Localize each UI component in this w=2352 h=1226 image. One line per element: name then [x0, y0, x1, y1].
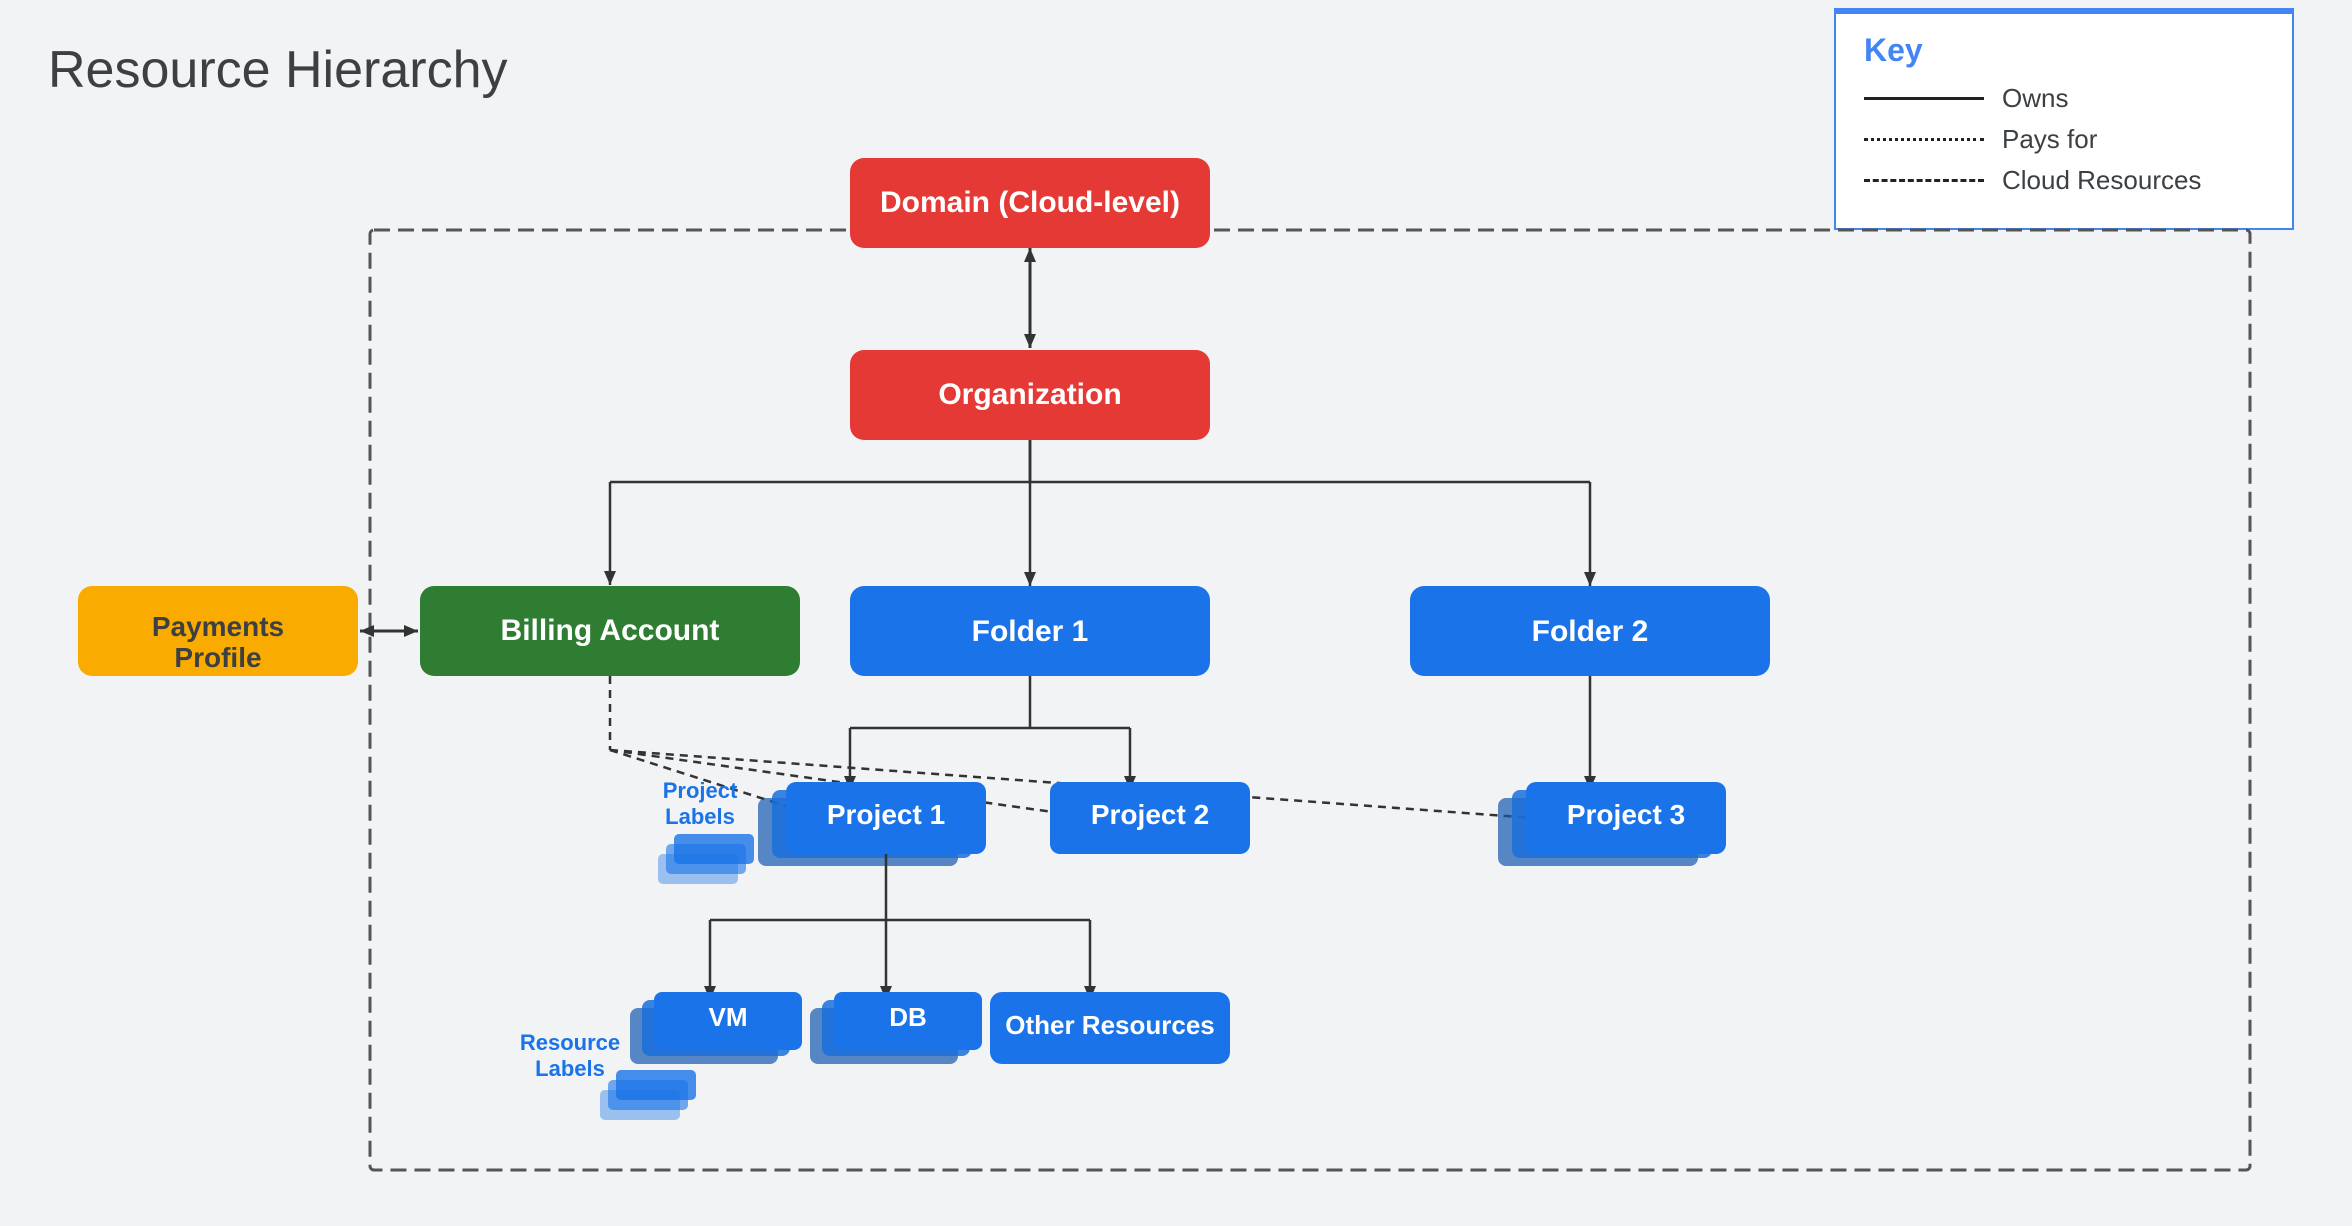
svg-text:Other Resources: Other Resources: [1005, 1010, 1215, 1040]
svg-text:Project 1: Project 1: [827, 799, 945, 830]
page-title: Resource Hierarchy: [48, 40, 508, 100]
key-title: Key: [1864, 32, 2264, 69]
svg-text:Project 3: Project 3: [1567, 799, 1685, 830]
svg-text:Organization: Organization: [938, 378, 1121, 411]
svg-text:VM: VM: [709, 1002, 748, 1032]
svg-text:Resource: Resource: [520, 1030, 620, 1055]
key-item-owns: Owns: [1864, 83, 2264, 114]
svg-text:Folder 1: Folder 1: [972, 615, 1089, 648]
svg-text:Profile: Profile: [174, 642, 261, 673]
svg-text:DB: DB: [889, 1002, 927, 1032]
svg-text:Domain (Cloud-level): Domain (Cloud-level): [880, 186, 1180, 219]
svg-text:Folder 2: Folder 2: [1532, 615, 1649, 648]
diagram-svg: Domain (Cloud-level) Organization Billin…: [30, 130, 2310, 1210]
svg-text:Labels: Labels: [665, 804, 735, 829]
svg-text:Payments: Payments: [152, 611, 284, 642]
svg-text:Project: Project: [663, 778, 738, 803]
svg-text:Labels: Labels: [535, 1056, 605, 1081]
svg-text:Billing Account: Billing Account: [501, 614, 720, 647]
svg-text:Project 2: Project 2: [1091, 799, 1209, 830]
